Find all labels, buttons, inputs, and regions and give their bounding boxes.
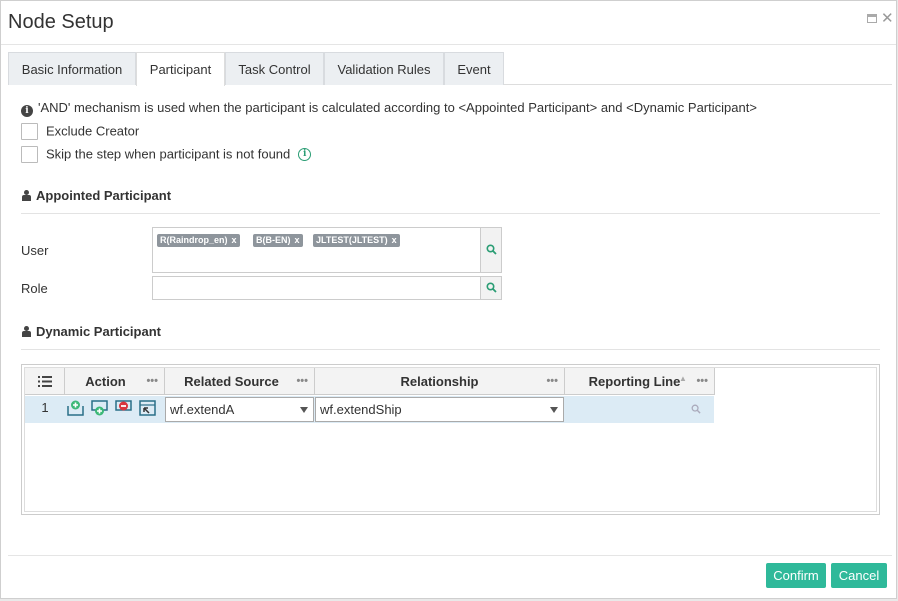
tab-event[interactable]: Event (444, 52, 504, 85)
skip-step-checkbox[interactable] (21, 146, 38, 164)
tab-basic-information[interactable]: Basic Information (8, 52, 136, 85)
user-chip[interactable]: B(B-EN) x (253, 234, 303, 247)
column-related-source-label: Related Source (184, 374, 279, 389)
maximize-icon[interactable] (867, 13, 879, 25)
dynamic-participant-heading: Dynamic Participant (21, 324, 880, 350)
column-related-source[interactable]: Related Source ••• (165, 368, 315, 395)
tab-task-control[interactable]: Task Control (225, 52, 324, 85)
column-reporting-line-label: Reporting Line (588, 374, 681, 389)
info-icon: i (21, 105, 33, 117)
skip-step-label: Skip the step when participant is not fo… (46, 146, 291, 162)
footer-divider (8, 555, 892, 556)
column-reporting-line[interactable]: Reporting Line ▲ ••• (565, 368, 715, 395)
dialog-title: Node Setup (8, 11, 114, 33)
relationship-value: wf.extendShip (320, 402, 402, 417)
cancel-button[interactable]: Cancel (831, 563, 887, 588)
role-label: Role (21, 281, 48, 296)
search-icon[interactable] (691, 404, 701, 414)
exclude-creator-option: Exclude Creator (21, 122, 140, 141)
remove-chip-icon[interactable]: x (232, 235, 237, 245)
column-options-icon[interactable]: ••• (546, 368, 558, 395)
remove-chip-icon[interactable]: x (295, 235, 300, 245)
related-source-select[interactable]: wf.extendA (165, 397, 314, 422)
column-options-icon[interactable]: ••• (696, 368, 708, 395)
column-menu-icon[interactable] (25, 368, 65, 395)
info-message: i 'AND' mechanism is used when the partic… (21, 100, 757, 117)
exclude-creator-checkbox[interactable] (21, 123, 38, 141)
reporting-line-cell[interactable] (565, 396, 715, 423)
dialog-title-bar: Node Setup ✕ (1, 1, 896, 45)
row-number: 1 (41, 400, 49, 415)
help-icon[interactable]: i (298, 148, 312, 162)
role-search-button[interactable] (480, 277, 501, 299)
grid-header: Action ••• Related Source ••• Relationsh… (25, 368, 715, 395)
chevron-down-icon (550, 407, 558, 413)
tab-validation-rules[interactable]: Validation Rules (324, 52, 444, 85)
table-row[interactable]: 1 wf.extendA wf.extendShip (25, 396, 714, 423)
dynamic-participant-title: Dynamic Participant (36, 324, 161, 339)
chevron-down-icon (300, 407, 308, 413)
column-action-label: Action (85, 374, 126, 389)
related-source-value: wf.extendA (170, 402, 235, 417)
user-chip[interactable]: JLTEST(JLTEST) x (313, 234, 400, 247)
relationship-select[interactable]: wf.extendShip (315, 397, 564, 422)
add-below-icon[interactable] (91, 400, 108, 416)
info-text: 'AND' mechanism is used when the partici… (38, 100, 757, 115)
column-options-icon[interactable]: ••• (296, 368, 308, 395)
tab-bar: Basic Information Participant Task Contr… (8, 52, 892, 86)
role-picker[interactable] (152, 276, 502, 300)
column-relationship[interactable]: Relationship ••• (315, 368, 565, 395)
skip-step-option: Skip the step when participant is not fo… (21, 145, 312, 164)
user-label: User (21, 243, 49, 258)
confirm-button[interactable]: Confirm (766, 563, 826, 588)
appointed-participant-title: Appointed Participant (36, 188, 172, 203)
column-relationship-label: Relationship (400, 374, 479, 389)
sort-icon[interactable]: ▲ (679, 365, 687, 392)
search-icon (486, 282, 497, 293)
user-search-button[interactable] (480, 228, 501, 272)
delete-row-icon[interactable] (115, 400, 132, 416)
remove-chip-icon[interactable]: x (392, 235, 397, 245)
user-chip[interactable]: R(Raindrop_en) x (157, 234, 240, 247)
close-icon[interactable]: ✕ (881, 11, 894, 26)
tab-participant[interactable]: Participant (136, 52, 225, 86)
person-icon (21, 190, 32, 201)
column-options-icon[interactable]: ••• (146, 368, 158, 395)
person-icon (21, 326, 32, 337)
edit-row-icon[interactable] (139, 400, 156, 416)
user-picker[interactable]: R(Raindrop_en) x B(B-EN) x JLTEST(JLTEST) x (152, 227, 502, 273)
appointed-participant-heading: Appointed Participant (21, 188, 880, 214)
node-setup-dialog: Node Setup ✕ Basic Information Participa… (0, 0, 897, 599)
exclude-creator-label: Exclude Creator (46, 123, 140, 139)
add-above-icon[interactable] (67, 400, 84, 416)
column-action[interactable]: Action ••• (65, 368, 165, 395)
dynamic-participant-grid: Action ••• Related Source ••• Relationsh… (21, 364, 880, 515)
search-icon (486, 244, 497, 255)
